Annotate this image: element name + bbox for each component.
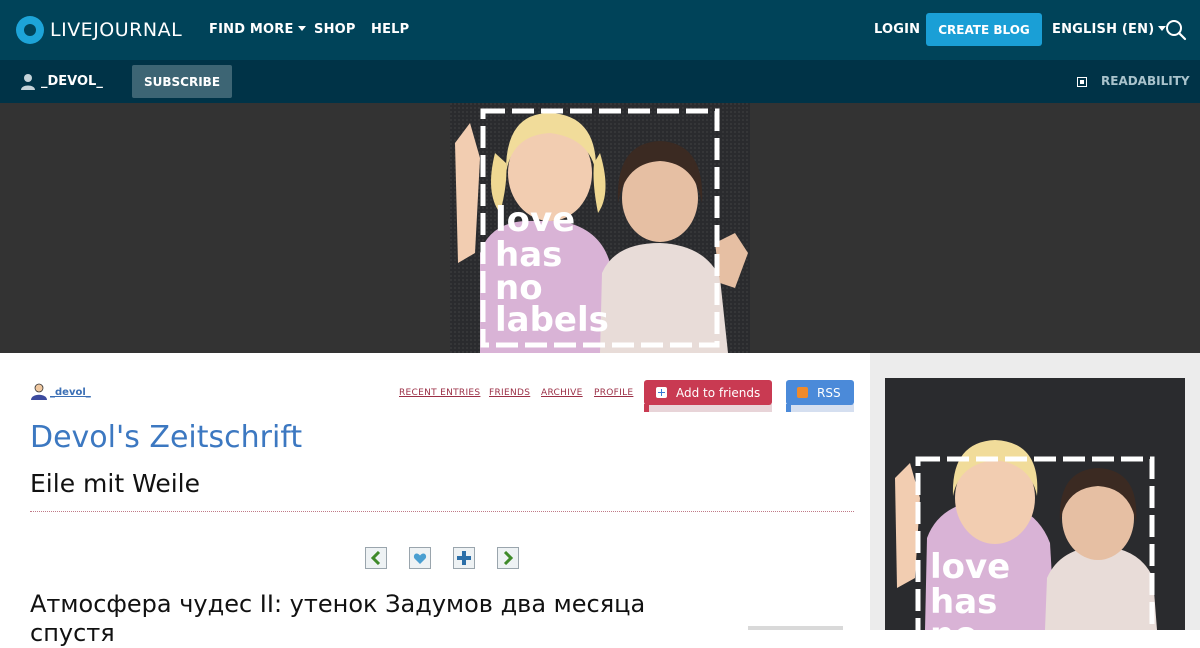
nav-shop[interactable]: SHOP [314,22,356,37]
add-to-friends-button[interactable]: Add to friends [644,380,772,405]
search-icon[interactable] [1165,19,1187,41]
rss-label: RSS [817,385,841,400]
sidebar-ad-text-no: no [930,615,978,630]
journal-username-link[interactable]: _devol_ [50,387,91,398]
create-blog-button[interactable]: CREATE BLOG [926,13,1042,46]
journal-owner-link[interactable]: _DEVOL_ [41,74,103,89]
user-icon [21,74,35,90]
subscribe-button[interactable]: SUBSCRIBE [132,65,232,98]
logo-text: LIVEJOURNAL [50,19,183,41]
previous-entry-button[interactable] [365,547,387,569]
sidebar-ad-text-love: love [930,547,1010,587]
ad-text-labels: labels [495,300,609,340]
profile-link[interactable]: PROFILE [594,388,633,398]
recent-entries-link[interactable]: RECENT ENTRIES [399,388,480,398]
language-label: ENGLISH (EN) [1052,22,1155,37]
journal-subtitle: Eile mit Weile [30,469,200,498]
nav-help[interactable]: HELP [371,22,409,37]
readability-toggle[interactable]: READABILITY [1101,74,1190,88]
nav-find-more-label: FIND MORE [209,22,294,37]
chevron-left-icon [370,551,381,565]
entry-title[interactable]: Атмосфера чудес II: утенок Задумов два м… [30,590,710,648]
journal-user-icon[interactable] [30,383,48,400]
plus-icon [656,387,667,398]
add-friends-tab-shadow [644,404,772,412]
entry-image-thumbnail [748,626,843,630]
plus-icon [457,551,471,565]
rss-tab-shadow [786,404,854,412]
livejournal-logo-icon [16,16,44,44]
next-entry-button[interactable] [497,547,519,569]
rss-button[interactable]: RSS [786,380,854,405]
archive-link[interactable]: ARCHIVE [541,388,583,398]
add-to-friends-label: Add to friends [676,385,761,400]
nav-find-more[interactable]: FIND MORE [209,22,306,37]
chevron-down-icon [297,26,306,31]
heart-icon [413,553,427,564]
friends-link[interactable]: FRIENDS [489,388,530,398]
readability-checkbox[interactable] [1077,77,1087,87]
rss-icon [797,387,808,398]
livejournal-logo[interactable]: LIVEJOURNAL [16,15,182,45]
login-link[interactable]: LOGIN [874,22,920,37]
sidebar-ad-image[interactable]: love has no [885,378,1185,630]
add-to-memories-button[interactable] [409,547,431,569]
header-divider [30,511,854,512]
ad-text-love: love [495,200,575,240]
banner-ad-image[interactable]: love has no labels [450,103,750,353]
journal-title[interactable]: Devol's Zeitschrift [30,420,302,455]
language-selector[interactable]: ENGLISH (EN) [1052,22,1167,37]
chevron-right-icon [503,551,514,565]
tell-a-friend-button[interactable] [453,547,475,569]
